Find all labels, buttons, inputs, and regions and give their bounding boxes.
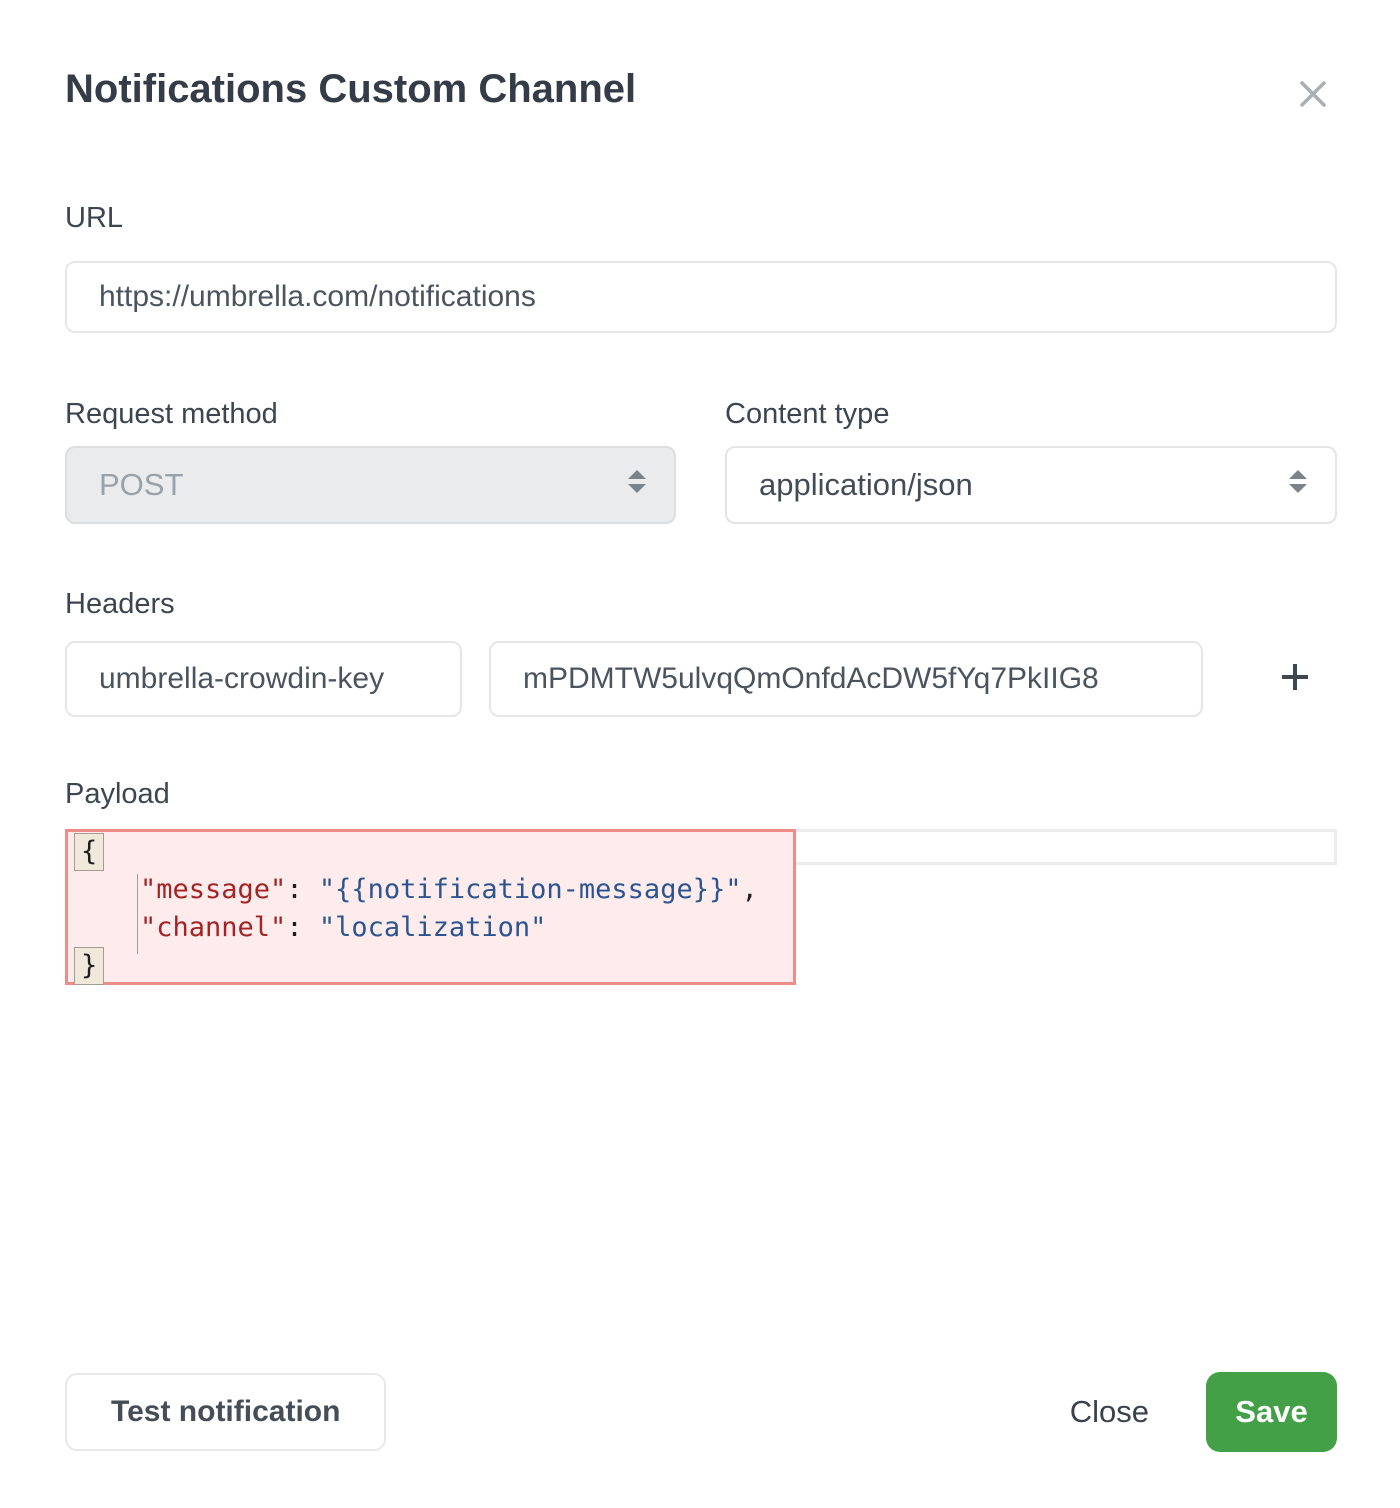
method-contenttype-row: Request method POST Content type applica… xyxy=(65,397,1337,524)
matching-bracket-highlight: { xyxy=(74,833,104,871)
save-button[interactable]: Save xyxy=(1206,1372,1337,1452)
close-icon[interactable] xyxy=(1289,70,1337,123)
request-method-label: Request method xyxy=(65,397,676,431)
header-value-input[interactable] xyxy=(489,641,1203,717)
request-method-field: Request method POST xyxy=(65,397,676,524)
header-key-input[interactable] xyxy=(65,641,462,717)
url-input[interactable] xyxy=(65,261,1337,333)
indent-guide xyxy=(137,874,138,954)
select-arrows-icon xyxy=(626,467,648,503)
url-label: URL xyxy=(65,201,1337,235)
content-type-select[interactable]: application/json xyxy=(725,446,1337,524)
dialog-title: Notifications Custom Channel xyxy=(65,64,636,114)
footer-actions: Close Save xyxy=(1070,1372,1337,1452)
code-line-close: } xyxy=(74,947,793,985)
code-line-channel: "channel": "localization" xyxy=(74,909,793,947)
payload-editor[interactable]: { "message": "{{notification-message}}",… xyxy=(65,829,1337,987)
matching-bracket-highlight: } xyxy=(74,947,104,985)
headers-row xyxy=(65,641,1337,717)
notifications-custom-channel-dialog: Notifications Custom Channel URL Request… xyxy=(0,0,1400,1452)
headers-label: Headers xyxy=(65,587,1337,621)
dialog-footer: Test notification Close Save xyxy=(65,1372,1337,1452)
payload-code-block[interactable]: { "message": "{{notification-message}}",… xyxy=(65,829,796,985)
request-method-value: POST xyxy=(99,467,183,503)
content-type-label: Content type xyxy=(725,397,1337,431)
dialog-header: Notifications Custom Channel xyxy=(65,0,1337,123)
add-header-button[interactable] xyxy=(1279,661,1311,698)
close-button[interactable]: Close xyxy=(1070,1394,1149,1430)
code-line-message: "message": "{{notification-message}}", xyxy=(74,871,793,909)
content-type-field: Content type application/json xyxy=(725,397,1337,524)
code-line-open: { xyxy=(74,833,793,871)
request-method-select[interactable]: POST xyxy=(65,446,676,524)
content-type-value: application/json xyxy=(759,467,973,503)
payload-label: Payload xyxy=(65,777,1337,811)
test-notification-button[interactable]: Test notification xyxy=(65,1373,386,1451)
plus-icon xyxy=(1279,661,1311,698)
select-arrows-icon xyxy=(1287,467,1309,503)
